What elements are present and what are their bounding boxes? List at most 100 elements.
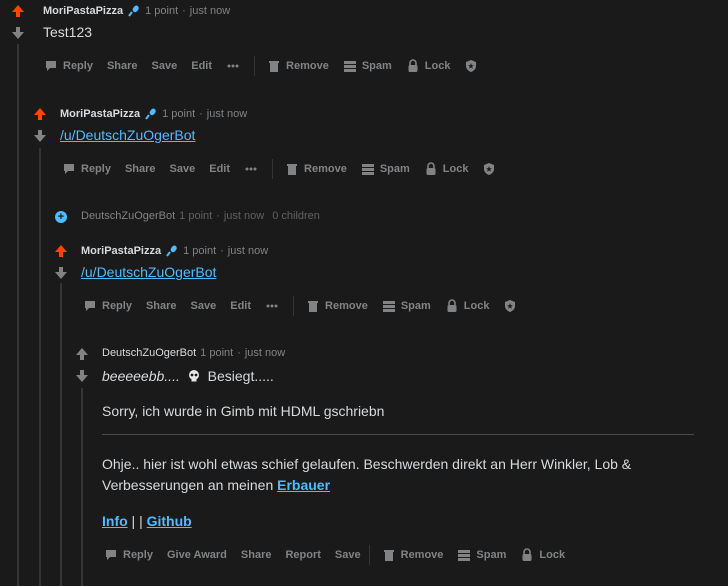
- arrow-up-icon[interactable]: [75, 347, 89, 361]
- share-button[interactable]: Share: [146, 300, 177, 312]
- comment-body-line: beeeeebb.... Besiegt.....: [102, 368, 274, 384]
- lock-icon: [408, 59, 418, 72]
- lock-button[interactable]: Lock: [445, 299, 489, 313]
- edit-button[interactable]: Edit: [209, 163, 230, 175]
- horizontal-rule: [102, 434, 694, 435]
- share-button[interactable]: Share: [125, 163, 156, 175]
- info-link[interactable]: Info: [102, 513, 128, 529]
- arrow-up-icon[interactable]: [54, 244, 68, 258]
- spam-button[interactable]: Spam: [382, 299, 431, 313]
- reply-button[interactable]: Reply: [83, 299, 132, 313]
- lock-button[interactable]: Lock: [520, 548, 565, 562]
- save-button[interactable]: Save: [170, 163, 196, 175]
- comment-meta: MoriPastaPizza 1 point · just now: [43, 5, 231, 17]
- spam-icon: [382, 301, 395, 312]
- thread-line[interactable]: [60, 283, 62, 586]
- comment-author[interactable]: MoriPastaPizza: [60, 108, 140, 120]
- lock-button[interactable]: Lock: [406, 59, 450, 73]
- lock-button[interactable]: Lock: [424, 162, 468, 176]
- comment-icon: [64, 164, 74, 174]
- comment-footer-links: Info | | Github: [102, 513, 192, 529]
- comment-author[interactable]: DeutschZuOgerBot: [102, 347, 196, 359]
- remove-button[interactable]: Remove: [306, 299, 368, 313]
- comment-icon: [85, 301, 95, 311]
- spam-button[interactable]: Spam: [343, 59, 392, 73]
- comment-author[interactable]: MoriPastaPizza: [81, 245, 161, 257]
- more-button[interactable]: [265, 299, 279, 313]
- more-button[interactable]: [226, 59, 240, 73]
- comment-author[interactable]: MoriPastaPizza: [43, 5, 123, 17]
- comment-time[interactable]: just now: [224, 210, 264, 222]
- thread-line[interactable]: [81, 388, 83, 586]
- save-button[interactable]: Save: [152, 60, 178, 72]
- arrow-down-icon[interactable]: [75, 369, 89, 383]
- arrow-up-icon[interactable]: [33, 107, 47, 121]
- save-button[interactable]: Save: [335, 549, 361, 561]
- arrow-up-icon[interactable]: [11, 4, 25, 18]
- spam-icon: [458, 550, 471, 561]
- thread-line[interactable]: [17, 44, 19, 586]
- comment-points: 1 point: [200, 347, 234, 359]
- comment-actions: Reply Share Save Edit Remove Spam Lock: [62, 157, 510, 181]
- edit-button[interactable]: Edit: [191, 60, 212, 72]
- github-link[interactable]: Github: [147, 513, 192, 529]
- mod-shield-button[interactable]: [482, 162, 496, 176]
- spam-button[interactable]: Spam: [457, 548, 506, 562]
- report-button[interactable]: Report: [285, 549, 320, 561]
- spam-button[interactable]: Spam: [361, 162, 410, 176]
- comment-body-line: Sorry, ich wurde in Gimb mit HDML gschri…: [102, 403, 385, 419]
- spam-icon: [361, 164, 374, 175]
- comment-meta: DeutschZuOgerBot 1 point · just now: [102, 347, 286, 359]
- arrow-down-icon[interactable]: [33, 129, 47, 143]
- comment-actions: Reply Share Save Edit Remove Spam Lock: [83, 294, 531, 318]
- shield-icon: [484, 163, 495, 175]
- mod-shield-button[interactable]: [503, 299, 517, 313]
- thread-line[interactable]: [39, 148, 41, 586]
- trash-icon: [287, 164, 298, 175]
- share-button[interactable]: Share: [241, 549, 272, 561]
- erbauer-link[interactable]: Erbauer: [277, 477, 330, 493]
- comment-time[interactable]: just now: [245, 347, 285, 359]
- edit-button[interactable]: Edit: [230, 300, 251, 312]
- user-link[interactable]: /u/DeutschZuOgerBot: [60, 127, 195, 143]
- more-dots-icon: [266, 304, 278, 308]
- remove-button[interactable]: Remove: [382, 548, 443, 562]
- comment-body: /u/DeutschZuOgerBot: [60, 127, 195, 143]
- italic-text: beeeeebb....: [102, 368, 180, 384]
- comment-body: /u/DeutschZuOgerBot: [81, 264, 216, 280]
- reply-button[interactable]: Reply: [62, 162, 111, 176]
- comment-body-line: Verbesserungen an meinen Erbauer: [102, 477, 331, 493]
- comment-actions: Reply Give Award Share Report Save Remov…: [104, 543, 579, 567]
- mod-shield-button[interactable]: [464, 59, 478, 73]
- share-button[interactable]: Share: [107, 60, 138, 72]
- comment-time[interactable]: just now: [228, 245, 268, 257]
- arrow-down-icon[interactable]: [11, 26, 25, 40]
- more-dots-icon: [245, 167, 257, 171]
- comment-actions: Reply Share Save Edit Remove Spam Lock: [44, 54, 492, 78]
- user-link[interactable]: /u/DeutschZuOgerBot: [81, 264, 216, 280]
- reply-button[interactable]: Reply: [104, 548, 153, 562]
- skull-icon: [188, 370, 199, 382]
- comment-author[interactable]: DeutschZuOgerBot: [81, 210, 175, 222]
- save-button[interactable]: Save: [191, 300, 217, 312]
- reply-button[interactable]: Reply: [44, 59, 93, 73]
- comment-time[interactable]: just now: [190, 5, 230, 17]
- arrow-down-icon[interactable]: [54, 266, 68, 280]
- comment-points: 1 point: [179, 210, 213, 222]
- comment-time[interactable]: just now: [207, 108, 247, 120]
- trash-icon: [308, 301, 319, 312]
- comment-points: 1 point: [162, 108, 196, 120]
- comment-meta: DeutschZuOgerBot 1 point · just now 0 ch…: [81, 210, 320, 222]
- more-dots-icon: [227, 64, 239, 68]
- microphone-icon: [145, 108, 156, 120]
- give-award-button[interactable]: Give Award: [167, 549, 227, 561]
- divider: [272, 159, 274, 179]
- remove-button[interactable]: Remove: [285, 162, 347, 176]
- comment-meta: MoriPastaPizza 1 point · just now: [60, 108, 248, 120]
- remove-button[interactable]: Remove: [267, 59, 329, 73]
- comment-points: 1 point: [145, 5, 179, 17]
- microphone-icon: [166, 245, 177, 257]
- comment-icon: [106, 550, 116, 560]
- plus-circle-icon[interactable]: +: [55, 211, 67, 223]
- more-button[interactable]: [244, 162, 258, 176]
